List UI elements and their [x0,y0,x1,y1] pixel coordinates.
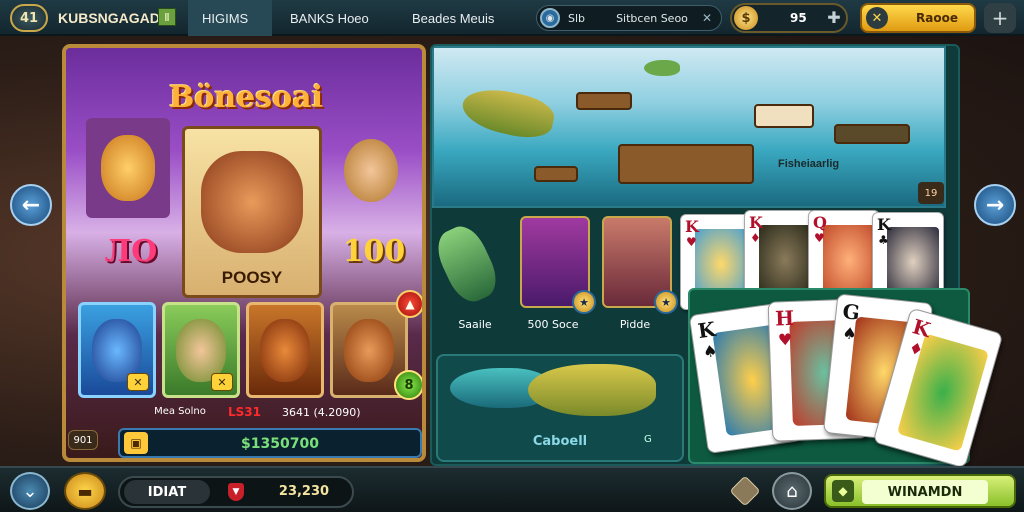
balance-pill: IDIAT ▼ 23,230 [118,476,354,508]
card-rank: K [877,215,891,234]
previous-arrow-button[interactable]: ← [10,184,52,226]
shuffle-icon[interactable]: ✕ [702,11,718,25]
win-amount: $1350700 [241,436,319,452]
small-fish-image [644,60,680,76]
card-rank: G [841,299,862,325]
shield-icon: ▼ [228,483,244,501]
treasure-chest-icon[interactable]: ▬ [64,472,106,510]
raft-image [618,144,754,184]
diamond-icon: ♦ [750,231,761,245]
footer-highlight: LS31 [228,405,261,419]
search-label: Slb [568,11,586,25]
character-card-1[interactable]: ★ [520,216,596,314]
tab-higims[interactable]: HIGIMS [188,0,272,36]
fish-label: Saaile [458,318,492,331]
gamepad-icon[interactable]: ✚ [824,8,844,28]
x-badge-icon: ✕ [127,373,149,391]
boat-image [834,124,910,144]
right-multiplier: 100 [342,234,406,269]
heart-icon: ♥ [686,235,697,249]
coin-icon: $ [734,6,758,30]
star-icon: ★ [572,290,596,314]
tray-label: Caboell [532,434,588,449]
globe-icon: ◉ [540,8,560,28]
star-icon: ★ [654,290,678,314]
slot-title: Bönesoai [169,80,323,115]
next-arrow-button[interactable]: → [974,184,1016,226]
big-fish-image [458,82,558,144]
gold-fish-image [528,364,656,416]
tab-banks[interactable]: BANKS Hoeo [276,0,392,36]
heart-icon: ♥ [777,329,793,350]
card-rank: K [685,217,699,236]
spade-icon: ♠ [701,340,719,362]
search-bar[interactable]: ◉ Slb Sitbcen Seoo ✕ [536,5,722,31]
tray-small-label: G [644,434,652,445]
tools-icon: ✕ [866,7,888,29]
spade-icon: ♠ [841,323,858,344]
fish-tray[interactable]: Caboell G [436,354,684,462]
card-art [759,225,811,295]
gold-action-button[interactable]: ✕ Raooe [860,3,976,33]
card-rank: K [696,316,717,344]
bonus-icon[interactable]: ▲ [396,290,422,318]
character-label-1: 500 Soce [527,318,579,331]
win-amount-bar: ▣ $1350700 [118,428,422,458]
win-action-button[interactable]: ◆ WINAMDN [824,474,1016,508]
logo-badge[interactable]: 41 [10,4,48,32]
gem-icon[interactable] [729,475,761,507]
cta-label: WINAMDN [862,480,988,504]
cat-symbol-tile [86,118,170,218]
add-button[interactable]: + [984,3,1016,33]
green-chip[interactable]: 8 [394,370,422,400]
blue-monster-tile[interactable]: ✕ [78,302,156,398]
x-badge-icon: ✕ [211,373,233,391]
gold-button-label: Raooe [916,11,958,25]
card-art [887,227,939,297]
tab-beades[interactable]: Beades Meuis [398,0,522,36]
scene-badge: 19 [918,182,944,204]
fishing-scene[interactable]: Fisheiaarlig 19 [432,46,946,208]
coin-balance: $ 95 ✚ [730,3,848,33]
small-chip[interactable]: 901 [68,430,98,450]
footer-value: 3641 (4.2090) [282,406,361,419]
top-bar: 41 KUBSNGAGAD Ⅱ HIGIMS BANKS Hoeo Beades… [0,0,1024,36]
card-art [823,225,875,295]
coin-value: 95 [790,11,807,25]
home-icon[interactable]: ⌂ [772,472,812,510]
character-card-2[interactable]: ★ [602,216,678,314]
search-value: Sitbcen Seoo [616,11,688,25]
green-fish-image [432,219,504,309]
boy-symbol-tile [330,122,412,218]
brand-name: KUBSNGAGAD [58,10,160,26]
green-boy-tile[interactable]: ✕ [162,302,240,398]
chevron-down-icon[interactable]: ⌄ [10,472,50,510]
flag-icon: Ⅱ [158,8,176,26]
card-rank: K [749,213,763,232]
tiger-tile[interactable] [246,302,324,398]
boat-image [576,92,632,110]
slot-game-panel[interactable]: Bönesoai POOSY ЛО 100 ✕ ✕ ▲ 8 Mea Solno … [62,44,426,462]
footer-label: Mea Solno [154,406,206,417]
character-label-2: Pidde [619,318,651,331]
heart-icon: ♥ [814,231,825,245]
card-rank: H [774,305,795,331]
featured-label: POOSY [221,268,283,287]
boat-image [754,104,814,128]
left-multiplier: ЛО [104,234,158,269]
player-label[interactable]: IDIAT [124,480,210,504]
club-icon: ♣ [878,233,889,247]
chest-icon: ▣ [124,432,148,454]
raft-image [534,166,578,182]
arrow-icon: ◆ [832,480,854,502]
balance-value: 23,230 [278,484,330,499]
card-rank: Q [813,213,827,232]
scene-label: Fisheiaarlig [778,158,840,170]
bottom-bar: ⌄ ▬ IDIAT ▼ 23,230 ⌂ ◆ WINAMDN [0,466,1024,512]
